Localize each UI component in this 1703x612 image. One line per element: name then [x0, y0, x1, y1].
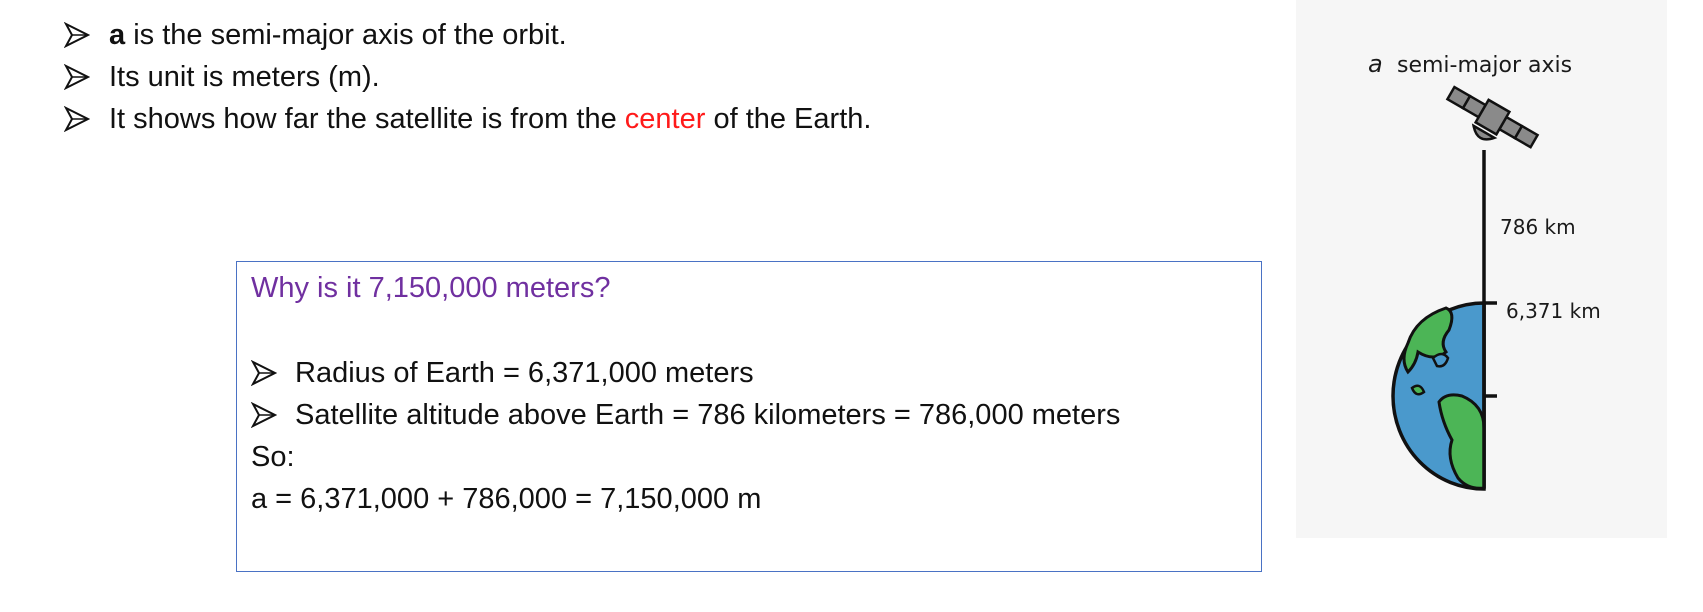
bullet-item-distance: It shows how far the satellite is from t…: [64, 98, 871, 140]
box-title: Why is it 7,150,000 meters?: [251, 272, 611, 304]
box-item-radius: Radius of Earth = 6,371,000 meters: [251, 352, 1120, 394]
box-item-text: Satellite altitude above Earth = 786 kil…: [295, 398, 1121, 431]
arrow-bullet-icon: [251, 360, 295, 386]
bullet-text: of the Earth.: [705, 102, 872, 135]
earth-icon: [1391, 301, 1486, 491]
axis-symbol: a: [1368, 50, 1383, 78]
satellite-icon: [1445, 85, 1540, 149]
arrow-bullet-icon: [251, 402, 295, 428]
arrow-bullet-icon: [64, 22, 109, 48]
bullet-list: a is the semi-major axis of the orbit. I…: [64, 14, 871, 140]
box-equation: a = 6,371,000 + 786,000 = 7,150,000 m: [251, 478, 1120, 520]
box-lines: Radius of Earth = 6,371,000 meters Satel…: [251, 352, 1120, 520]
bullet-item-unit: Its unit is meters (m).: [64, 56, 871, 98]
bullet-item-semi-major-axis: a is the semi-major axis of the orbit.: [64, 14, 871, 56]
so-text: So:: [251, 440, 295, 473]
bullet-text: is the semi-major axis of the orbit.: [125, 18, 567, 51]
arrow-bullet-icon: [64, 64, 109, 90]
altitude-label: 786 km: [1500, 215, 1576, 239]
bullet-bold-term: a: [109, 18, 126, 51]
arrow-bullet-icon: [64, 106, 109, 132]
highlight-center: center: [624, 102, 706, 135]
semi-major-axis-diagram: a semi-major axis 786 km 6,371 km: [1296, 0, 1667, 538]
axis-label: semi-major axis: [1397, 53, 1572, 78]
equation-text: a = 6,371,000 + 786,000 = 7,150,000 m: [251, 482, 762, 515]
bullet-text: It shows how far the satellite is from t…: [109, 102, 625, 135]
bullet-text: Its unit is meters (m).: [109, 60, 380, 93]
box-item-altitude: Satellite altitude above Earth = 786 kil…: [251, 394, 1120, 436]
radius-label: 6,371 km: [1506, 299, 1601, 323]
box-item-text: Radius of Earth = 6,371,000 meters: [295, 356, 754, 389]
explanation-box: Why is it 7,150,000 meters? Radius of Ea…: [236, 261, 1262, 572]
box-so: So:: [251, 436, 1120, 478]
